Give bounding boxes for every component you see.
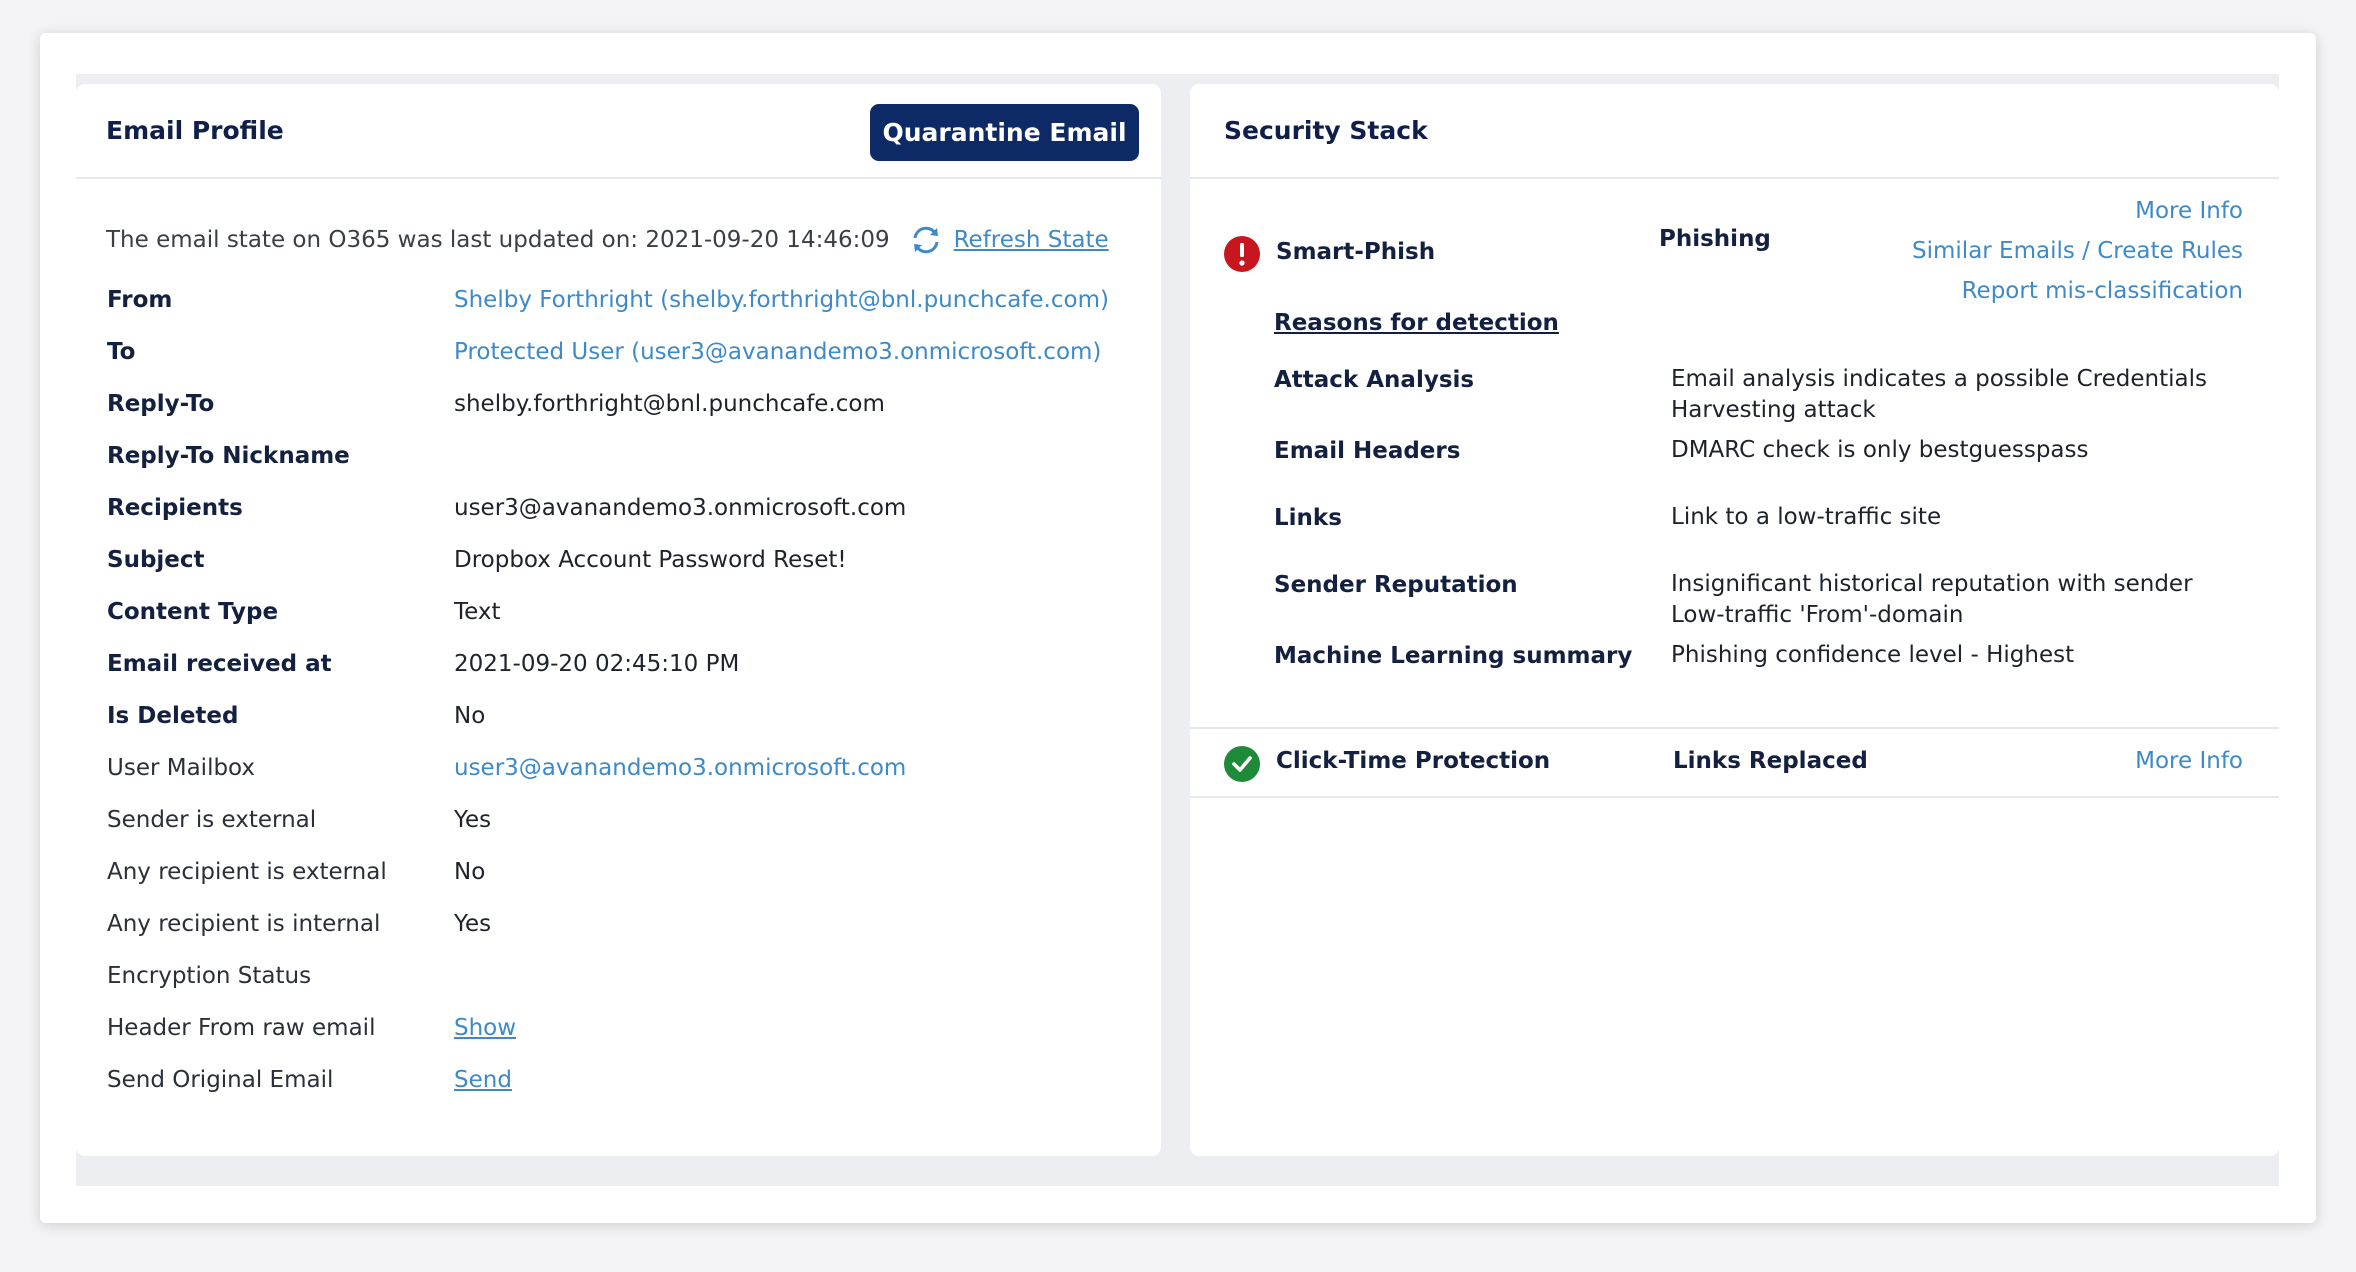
field-recipient-internal: Any recipient is internal Yes: [107, 906, 491, 942]
show-raw-header-link[interactable]: Show: [454, 1015, 516, 1041]
report-misclassification-link[interactable]: Report mis-classification: [1962, 278, 2243, 304]
field-value: No: [454, 703, 486, 729]
field-value: Text: [454, 599, 501, 625]
field-label: Recipients: [107, 495, 243, 521]
click-time-more-info-link[interactable]: More Info: [2135, 748, 2243, 774]
reason-value-machine-learning: Phishing confidence level - Highest: [1671, 642, 2075, 668]
click-time-verdict: Links Replaced: [1673, 748, 1868, 774]
send-original-link[interactable]: Send: [454, 1067, 512, 1093]
email-state-line: The email state on O365 was last updated…: [106, 220, 1109, 260]
reason-value-email-headers: DMARC check is only bestguesspass: [1671, 437, 2089, 463]
security-stack-panel: Security Stack Smart-Phish Phishing More…: [1190, 84, 2279, 1156]
header-divider: [76, 177, 1161, 179]
refresh-state-link[interactable]: Refresh State: [954, 227, 1109, 253]
field-label: Send Original Email: [107, 1067, 334, 1093]
quarantine-email-button[interactable]: Quarantine Email: [870, 104, 1139, 161]
reason-label-machine-learning: Machine Learning summary: [1274, 643, 1633, 669]
field-label: Encryption Status: [107, 963, 312, 989]
security-stack-title: Security Stack: [1224, 116, 1428, 145]
similar-emails-link[interactable]: Similar Emails / Create Rules: [1912, 238, 2243, 264]
field-label: From: [107, 287, 173, 313]
field-subject: Subject Dropbox Account Password Reset!: [107, 542, 847, 578]
field-value: No: [454, 859, 486, 885]
field-label: To: [107, 339, 136, 365]
to-value-link[interactable]: Protected User (user3@avanandemo3.onmicr…: [454, 339, 1101, 365]
smart-phish-verdict: Phishing: [1659, 226, 1771, 252]
field-encryption-status: Encryption Status: [107, 958, 454, 994]
reasons-for-detection-link[interactable]: Reasons for detection: [1274, 310, 1559, 336]
field-label: Any recipient is external: [107, 859, 387, 885]
field-value: Dropbox Account Password Reset!: [454, 547, 847, 573]
field-label: Sender is external: [107, 807, 317, 833]
field-label: Reply-To Nickname: [107, 443, 350, 469]
field-label: Reply-To: [107, 391, 215, 417]
field-label: Subject: [107, 547, 205, 573]
field-label: Is Deleted: [107, 703, 239, 729]
field-is-deleted: Is Deleted No: [107, 698, 485, 734]
field-send-original: Send Original Email Send: [107, 1062, 512, 1098]
reason-value-sender-reputation: Insignificant historical reputation with…: [1671, 571, 2193, 628]
reason-label-links: Links: [1274, 505, 1342, 531]
reason-label-email-headers: Email Headers: [1274, 438, 1461, 464]
smart-phish-more-info-link[interactable]: More Info: [2135, 198, 2243, 224]
section-divider: [1190, 727, 2279, 729]
field-value: Yes: [454, 911, 492, 937]
field-sender-external: Sender is external Yes: [107, 802, 491, 838]
field-value: shelby.forthright@bnl.punchcafe.com: [454, 391, 885, 417]
field-header-from-raw: Header From raw email Show: [107, 1010, 516, 1046]
from-value-link[interactable]: Shelby Forthright (shelby.forthright@bnl…: [454, 287, 1109, 313]
field-label: Any recipient is internal: [107, 911, 381, 937]
field-reply-to: Reply-To shelby.forthright@bnl.punchcafe…: [107, 386, 885, 422]
alert-icon: [1224, 236, 1260, 272]
field-content-type: Content Type Text: [107, 594, 501, 630]
reason-label-attack-analysis: Attack Analysis: [1274, 367, 1475, 393]
field-value: user3@avanandemo3.onmicrosoft.com: [454, 495, 907, 521]
reason-value-attack-analysis: Email analysis indicates a possible Cred…: [1671, 366, 2207, 423]
field-from: From Shelby Forthright (shelby.forthrigh…: [107, 282, 1109, 318]
field-email-received-at: Email received at 2021-09-20 02:45:10 PM: [107, 646, 739, 682]
reason-value-links: Link to a low-traffic site: [1671, 504, 1942, 530]
header-divider: [1190, 177, 2279, 179]
smart-phish-name: Smart-Phish: [1276, 239, 1436, 265]
section-divider: [1190, 796, 2279, 798]
user-mailbox-link[interactable]: user3@avanandemo3.onmicrosoft.com: [454, 755, 906, 781]
email-profile-panel: Email Profile Quarantine Email The email…: [76, 84, 1161, 1156]
field-label: User Mailbox: [107, 755, 256, 781]
check-icon: [1224, 746, 1260, 782]
email-state-text: The email state on O365 was last updated…: [106, 227, 890, 253]
field-label: Header From raw email: [107, 1015, 376, 1041]
reason-label-sender-reputation: Sender Reputation: [1274, 572, 1518, 598]
field-to: To Protected User (user3@avanandemo3.onm…: [107, 334, 1101, 370]
field-value: 2021-09-20 02:45:10 PM: [454, 651, 740, 677]
click-time-name: Click-Time Protection: [1276, 748, 1551, 774]
field-recipients: Recipients user3@avanandemo3.onmicrosoft…: [107, 490, 906, 526]
field-value: Yes: [454, 807, 492, 833]
field-recipient-external: Any recipient is external No: [107, 854, 485, 890]
refresh-icon[interactable]: [906, 220, 946, 260]
field-user-mailbox: User Mailbox user3@avanandemo3.onmicroso…: [107, 750, 906, 786]
field-label: Content Type: [107, 599, 279, 625]
field-label: Email received at: [107, 651, 332, 677]
field-reply-to-nickname: Reply-To Nickname: [107, 438, 454, 474]
email-profile-title: Email Profile: [106, 116, 284, 145]
